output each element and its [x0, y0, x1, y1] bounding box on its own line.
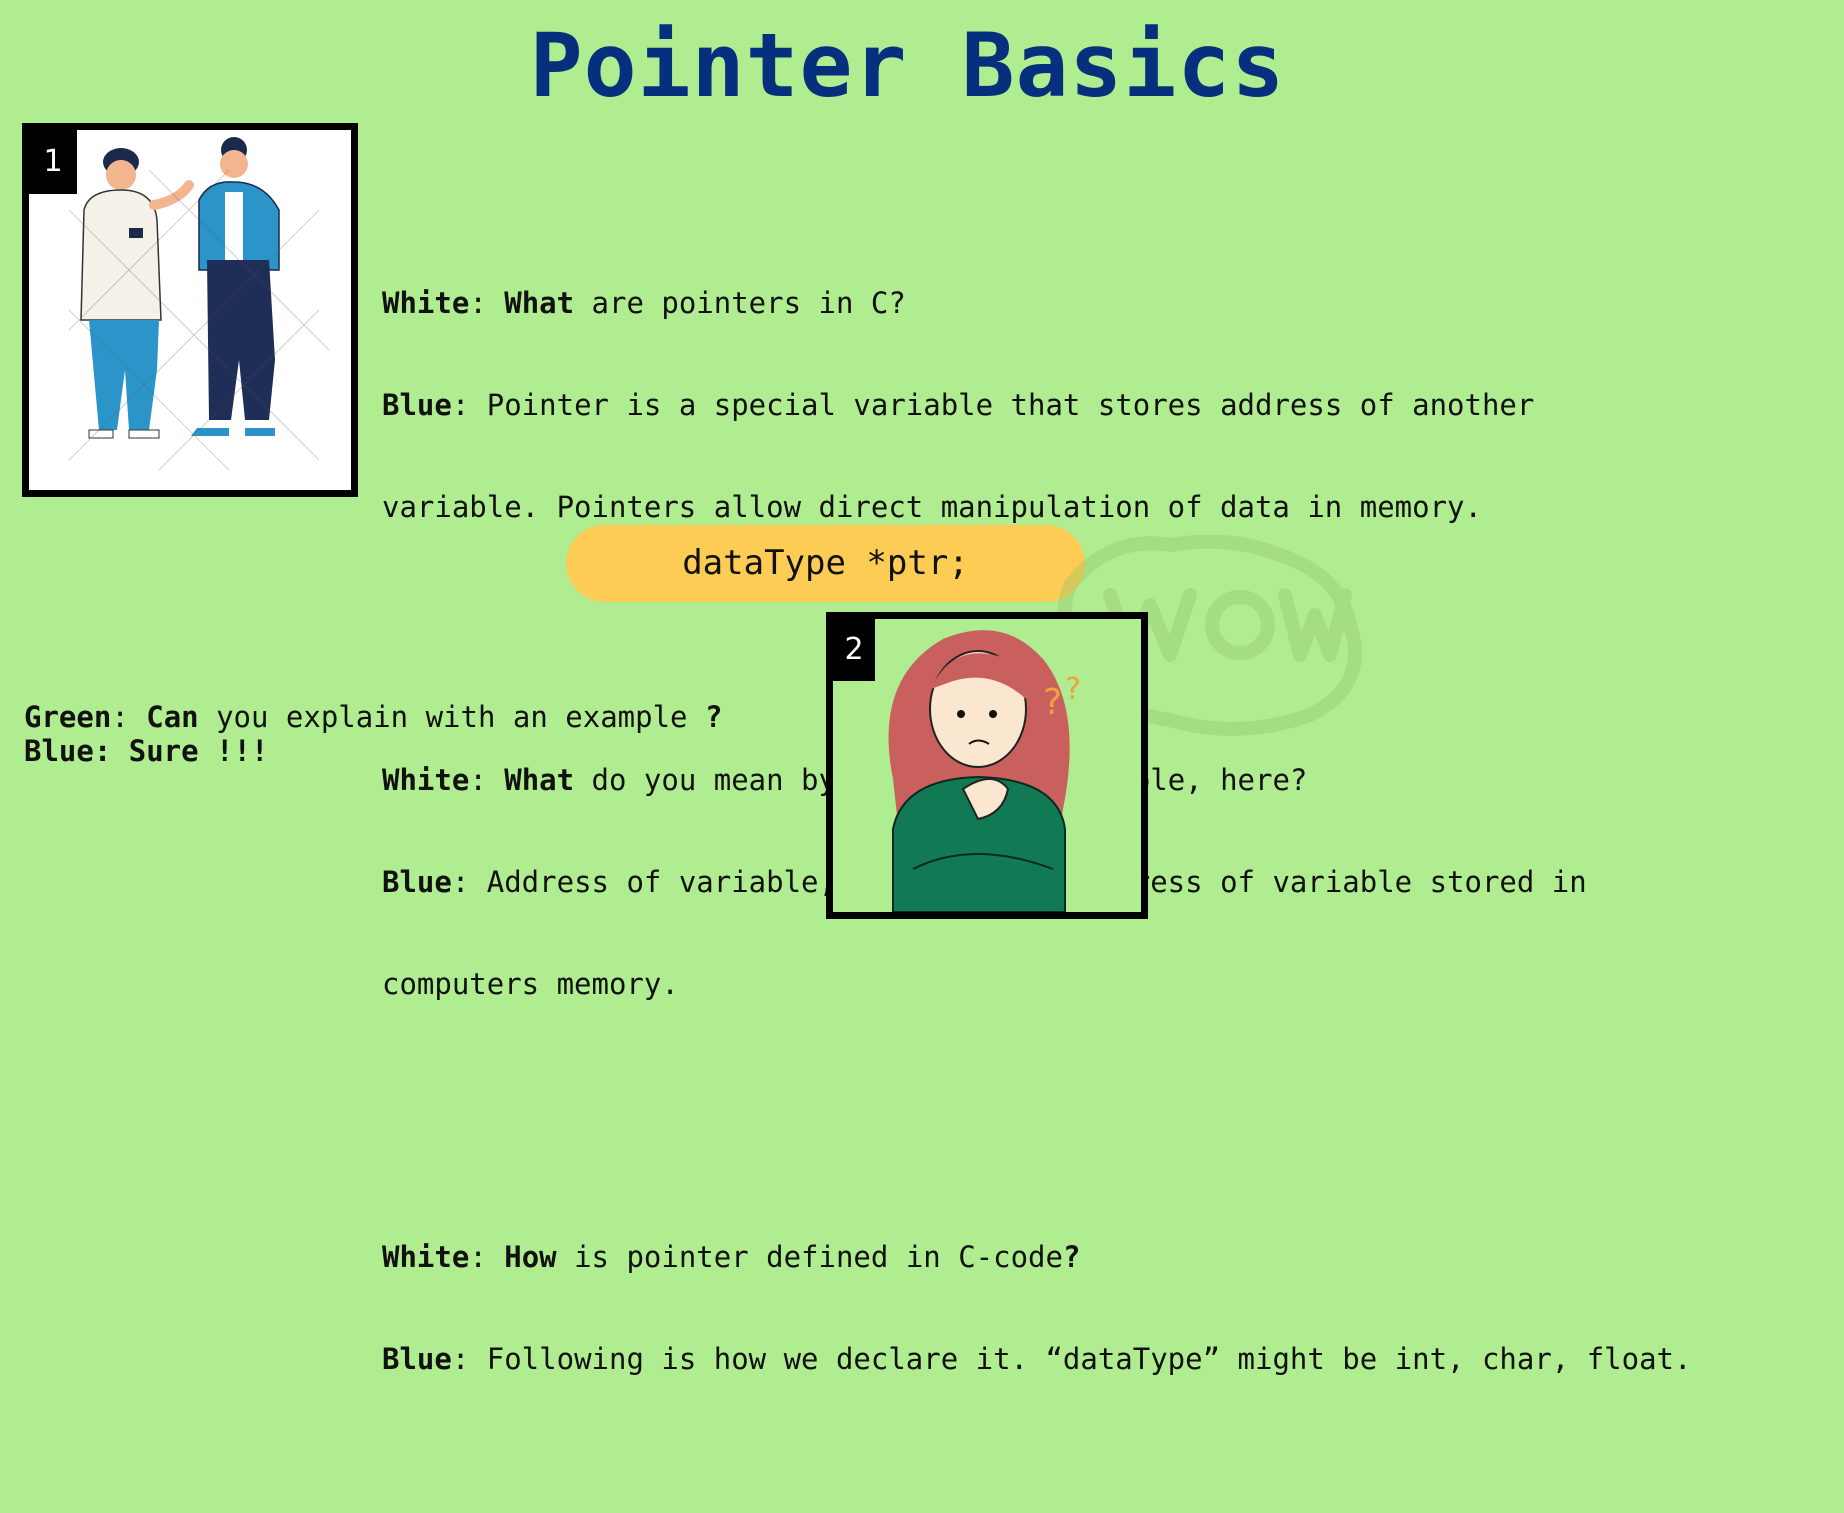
confused-woman-icon: ? ?: [888, 630, 1081, 912]
speaker-label: White: [382, 1240, 470, 1274]
svg-text:?: ?: [1065, 672, 1081, 707]
page-title: Pointer Basics: [529, 14, 1286, 117]
speaker-label: Blue: [382, 865, 452, 899]
two-men-talking-icon: [68, 137, 330, 471]
speaker-label: Blue: [382, 388, 452, 422]
dialog-block: White: How is pointer defined in C-code?…: [382, 1240, 1692, 1376]
panel-number: 2: [833, 619, 875, 681]
comic-panel-2: ? ? 2: [826, 612, 1148, 919]
svg-text:?: ?: [1043, 682, 1062, 723]
panel-number: 1: [29, 130, 77, 194]
speaker-label: Green: [24, 700, 112, 734]
answer-line: Blue: Sure !!!: [24, 734, 269, 768]
bottom-dialog: Green: Can you explain with an example ?…: [24, 700, 723, 768]
speaker-label: White: [382, 763, 470, 797]
speaker-label: White: [382, 286, 470, 320]
code-snippet: dataType *ptr;: [566, 525, 1085, 602]
comic-panel-1: 1: [22, 123, 358, 497]
speaker-label: Blue: [382, 1342, 452, 1376]
